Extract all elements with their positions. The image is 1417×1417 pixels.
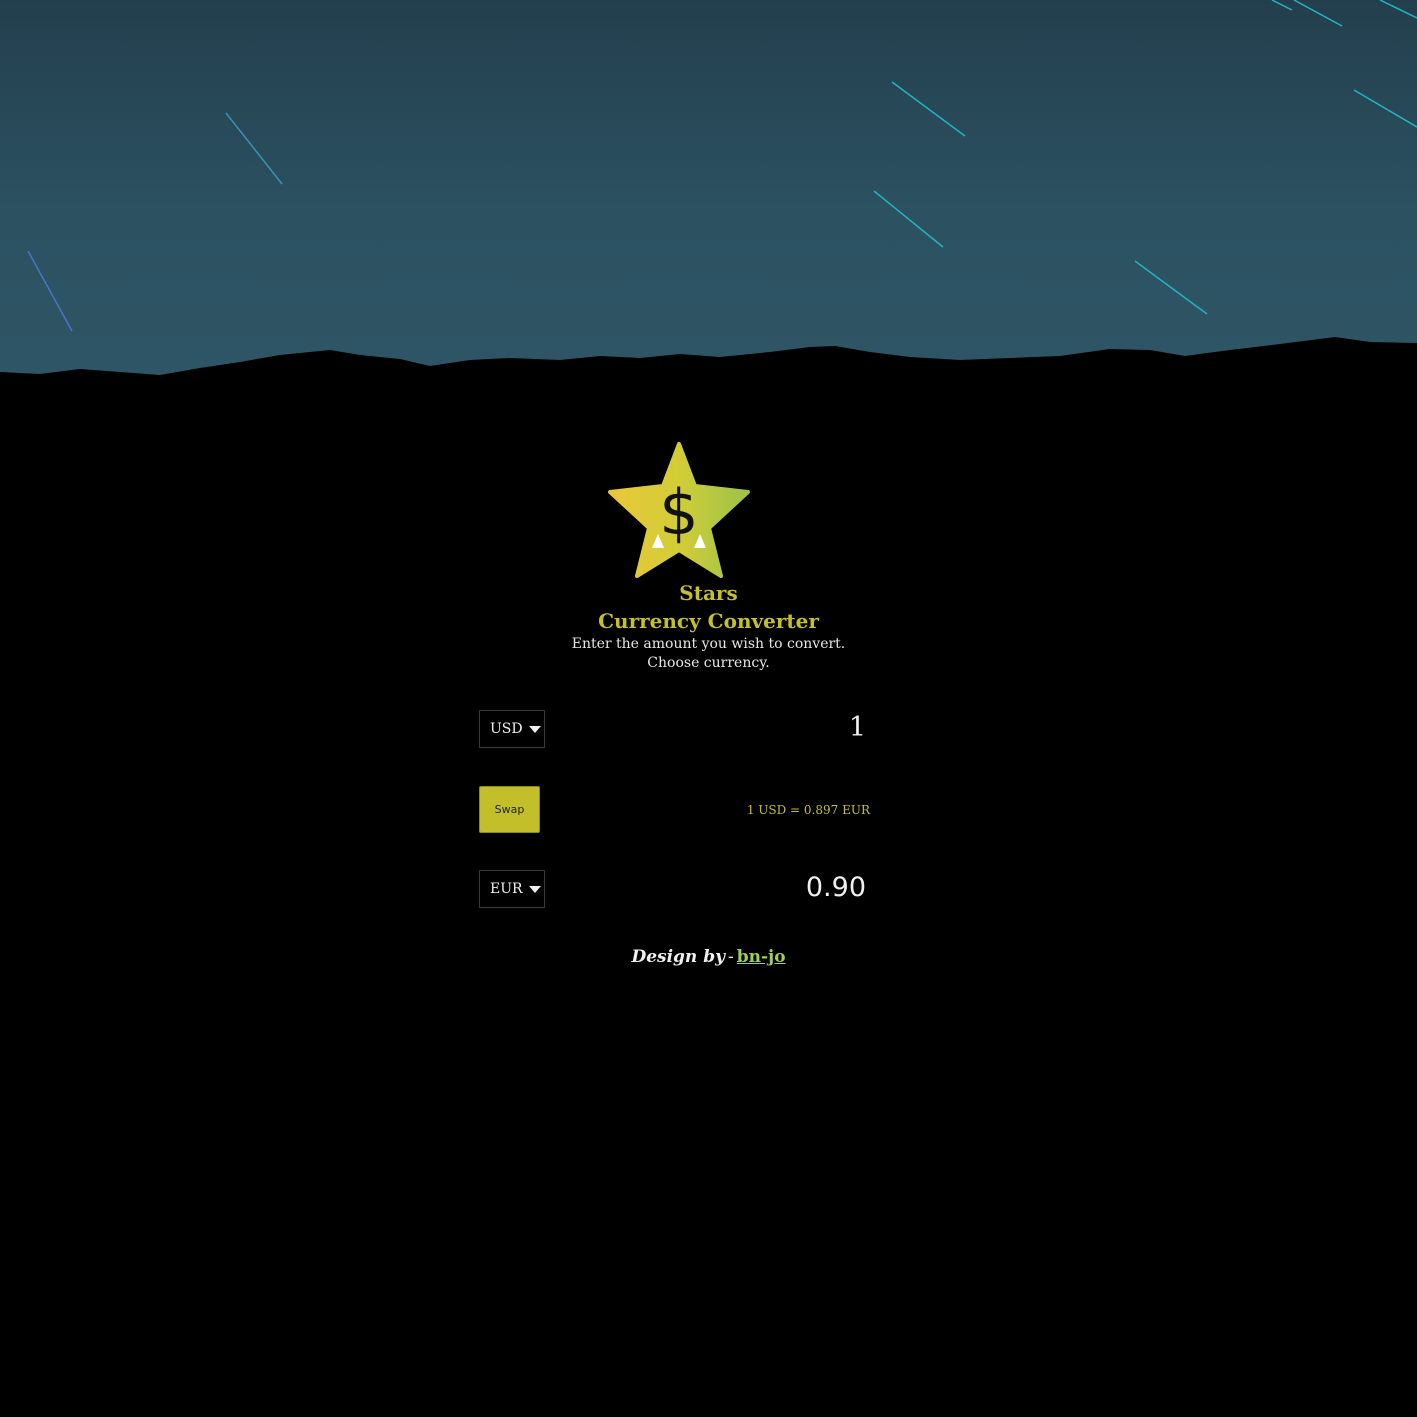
to-currency-select[interactable]: EUR — [479, 870, 545, 908]
page-title: Currency Converter — [598, 609, 819, 633]
page: $ Stars Currency Converter Enter the amo… — [0, 0, 1417, 1417]
svg-text:$: $ — [659, 476, 698, 549]
instruction-text: Enter the amount you wish to convert. — [571, 636, 846, 652]
app-name: Stars — [679, 581, 738, 605]
from-currency-value: USD — [490, 721, 523, 737]
credit-separator: - — [727, 947, 734, 967]
from-amount-input[interactable]: 1 — [586, 712, 866, 743]
design-by-label: Design by — [631, 947, 725, 967]
author-link[interactable]: bn-jo — [737, 947, 786, 967]
exchange-rate-text: 1 USD = 0.897 EUR — [746, 803, 870, 817]
swap-button[interactable]: Swap — [479, 786, 540, 833]
caret-down-icon — [528, 885, 541, 893]
caret-down-icon — [528, 725, 541, 733]
instruction-text-currency: Choose currency. — [647, 655, 770, 671]
star-dollar-logo-icon: $ — [608, 442, 750, 578]
design-credit: Design by - bn-jo — [0, 946, 1417, 968]
to-amount-output: 0.90 — [805, 872, 866, 903]
to-currency-value: EUR — [490, 881, 523, 897]
from-currency-select[interactable]: USD — [479, 710, 545, 748]
mountain-silhouette — [0, 337, 1417, 420]
